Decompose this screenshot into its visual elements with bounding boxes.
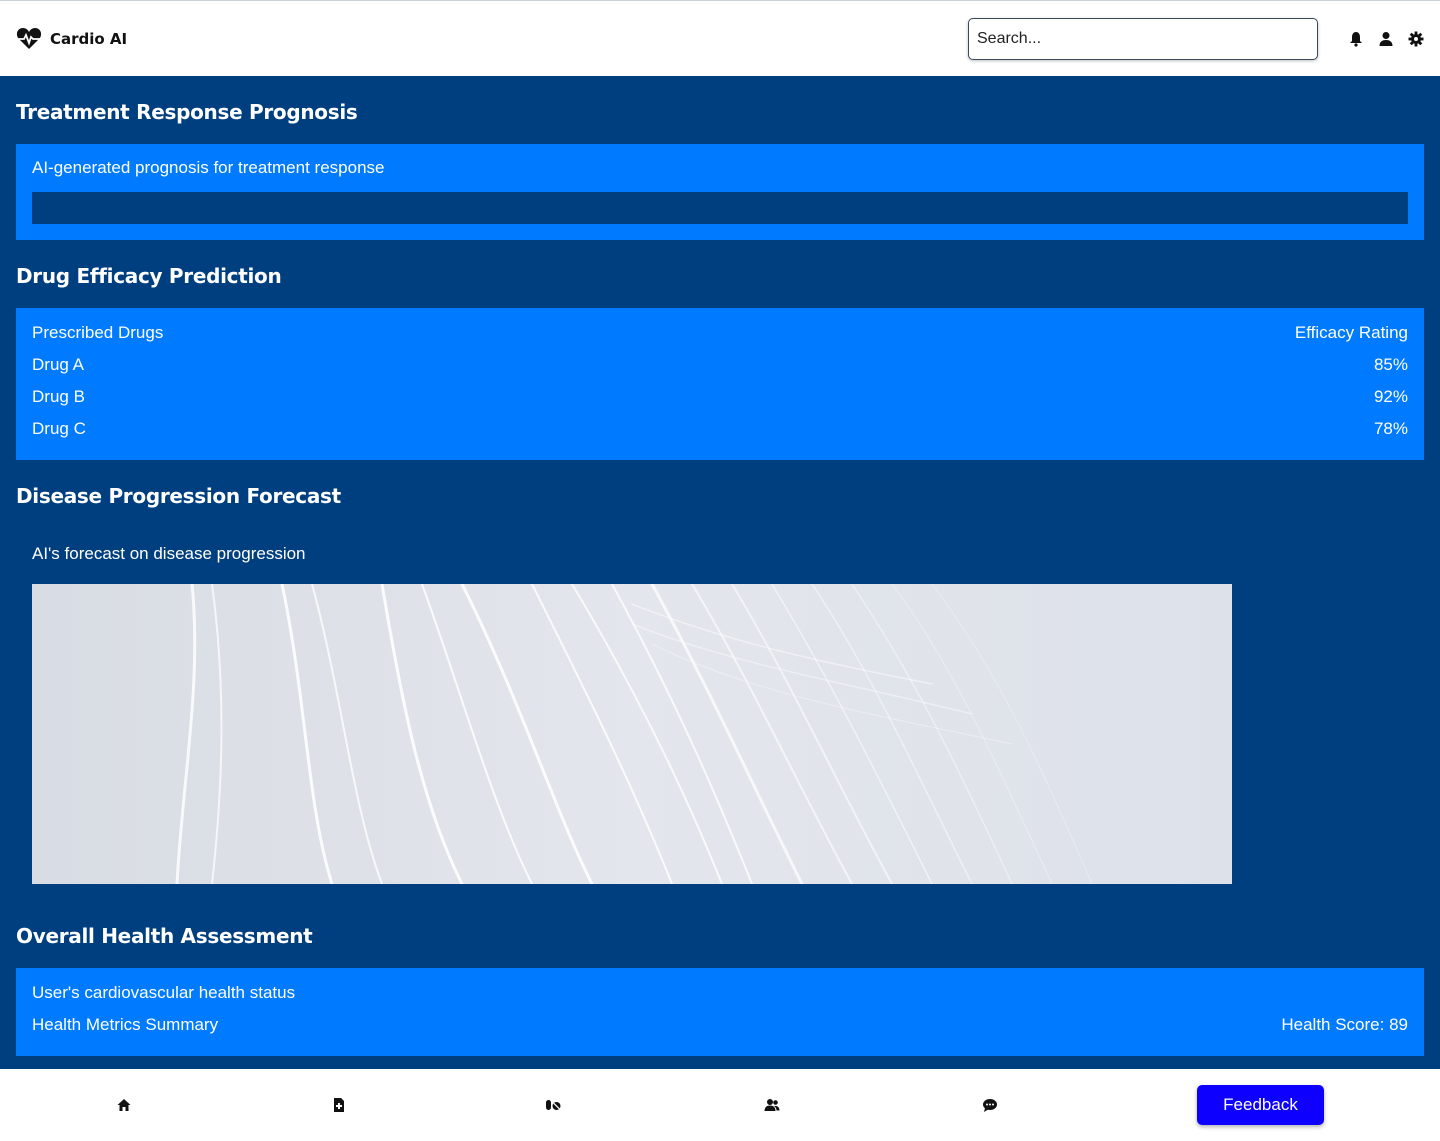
bell-icon[interactable] — [1348, 31, 1364, 47]
health-status-text: User's cardiovascular health status — [32, 983, 296, 1002]
abstract-lines-graphic — [32, 584, 1232, 884]
table-row: Drug B 92% — [32, 387, 1408, 419]
efficacy-rating: 78% — [1373, 419, 1408, 438]
search-input[interactable] — [968, 17, 1318, 60]
users-icon[interactable] — [764, 1097, 780, 1113]
health-assessment-panel: User's cardiovascular health status Heal… — [16, 968, 1424, 1056]
treatment-response-title: Treatment Response Prognosis — [16, 100, 358, 124]
bottom-nav: Feedback — [0, 1069, 1440, 1141]
disease-progression-image — [32, 584, 1232, 884]
treatment-response-description: AI-generated prognosis for treatment res… — [32, 158, 385, 177]
feedback-button[interactable]: Feedback — [1197, 1085, 1324, 1125]
drug-efficacy-title: Drug Efficacy Prediction — [16, 264, 282, 288]
file-medical-icon[interactable] — [331, 1097, 347, 1113]
treatment-progress-bar — [32, 192, 1408, 224]
table-row: Drug C 78% — [32, 419, 1408, 451]
disease-progression-title: Disease Progression Forecast — [16, 484, 341, 508]
gear-icon[interactable] — [1408, 31, 1424, 47]
column-header-efficacy: Efficacy Rating — [1294, 323, 1408, 342]
drug-table-header: Prescribed Drugs Efficacy Rating — [32, 323, 1408, 355]
chat-icon[interactable] — [982, 1097, 998, 1113]
drug-name: Drug A — [32, 355, 84, 374]
pills-icon[interactable] — [545, 1097, 561, 1113]
efficacy-rating: 92% — [1373, 387, 1408, 406]
health-score: Health Score: 89 — [1281, 1015, 1408, 1034]
health-assessment-title: Overall Health Assessment — [16, 924, 313, 948]
drug-name: Drug B — [32, 387, 85, 406]
disease-progression-caption: AI's forecast on disease progression — [32, 544, 306, 563]
drug-efficacy-panel: Prescribed Drugs Efficacy Rating Drug A … — [16, 308, 1424, 460]
brand[interactable]: Cardio AI — [16, 27, 127, 51]
health-metrics-label: Health Metrics Summary — [32, 1015, 219, 1034]
treatment-response-panel: AI-generated prognosis for treatment res… — [16, 144, 1424, 240]
home-icon[interactable] — [116, 1097, 132, 1113]
drug-name: Drug C — [32, 419, 86, 438]
app-name: Cardio AI — [50, 29, 128, 48]
health-summary-row: Health Metrics Summary Health Score: 89 — [32, 1015, 1408, 1047]
user-icon[interactable] — [1378, 31, 1394, 47]
table-row: Drug A 85% — [32, 355, 1408, 387]
column-header-drugs: Prescribed Drugs — [32, 323, 164, 342]
header-actions — [968, 17, 1424, 60]
top-header: Cardio AI — [0, 0, 1440, 76]
efficacy-rating: 85% — [1373, 355, 1408, 374]
health-status-row: User's cardiovascular health status — [32, 983, 1408, 1015]
heart-pulse-icon — [16, 27, 42, 49]
